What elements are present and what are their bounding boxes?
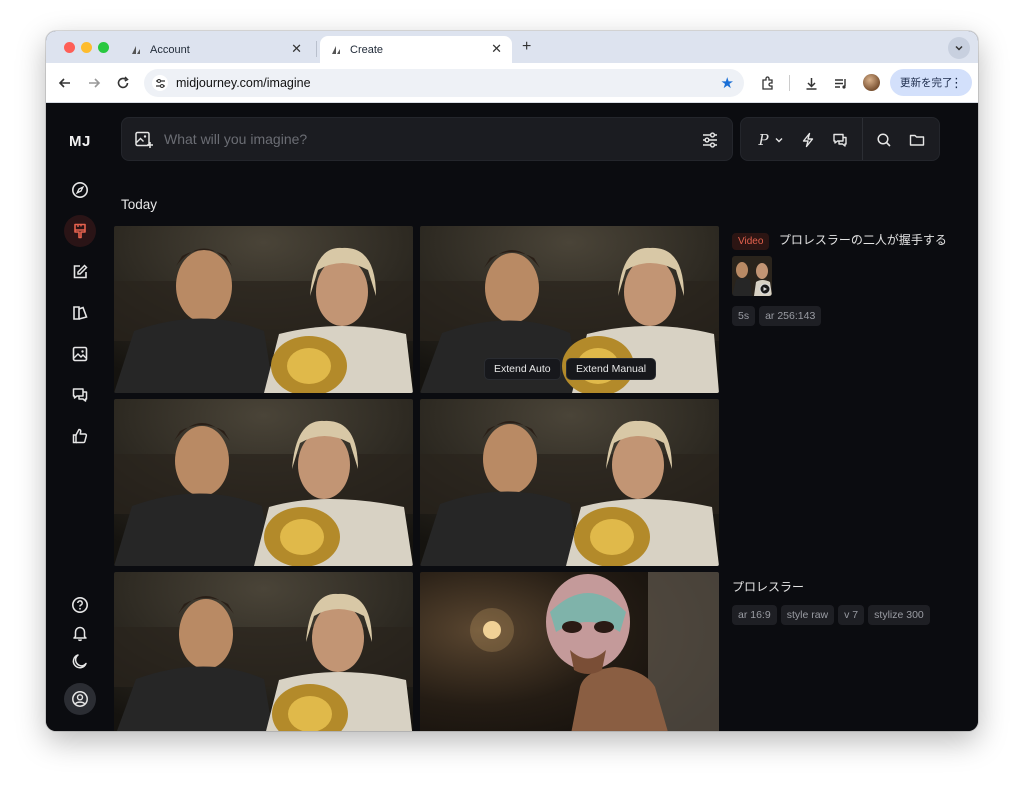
job-reference-thumbnail[interactable] <box>732 256 772 296</box>
tool-group: P <box>740 117 940 161</box>
arrow-right-icon <box>89 78 101 88</box>
param-chip[interactable]: ar 16:9 <box>732 605 777 625</box>
more-vertical-icon[interactable]: ⋮ <box>950 75 963 91</box>
tab-close-icon[interactable]: ✕ <box>491 41 502 57</box>
settings-sliders-icon[interactable] <box>700 130 720 150</box>
generated-image-6[interactable] <box>420 572 719 731</box>
conversation-mode-button[interactable] <box>829 129 851 151</box>
logo[interactable]: MJ <box>69 133 91 150</box>
browser-toolbar: midjourney.com/imagine ★ 更新を完了 ⋮ <box>46 63 978 103</box>
maximize-window-button[interactable] <box>98 42 109 53</box>
job-parameters-2: ar 16:9 style raw v 7 stylize 300 <box>732 605 934 625</box>
help-icon <box>72 597 88 613</box>
sidebar-item-organize[interactable] <box>64 297 96 329</box>
param-chip[interactable]: style raw <box>780 605 835 625</box>
profile-avatar[interactable] <box>863 74 880 91</box>
site-settings-icon[interactable] <box>152 75 168 91</box>
tab-search-button[interactable] <box>948 37 970 59</box>
personalize-label: P <box>758 131 769 149</box>
chat-icon <box>72 388 88 402</box>
folder-button[interactable] <box>906 129 928 151</box>
forward-button[interactable] <box>85 74 103 92</box>
bookmark-star-icon[interactable]: ★ <box>721 74 734 92</box>
search-icon <box>877 133 891 147</box>
param-chip[interactable]: ar 256:143 <box>759 306 822 326</box>
job-prompt-title[interactable]: プロレスラーの二人が握手する <box>779 233 947 247</box>
tab-account[interactable]: Account ✕ <box>120 36 312 63</box>
compass-icon <box>72 182 88 198</box>
image-icon <box>72 346 88 362</box>
chat-icon <box>833 133 847 147</box>
generated-image-4[interactable] <box>420 399 719 566</box>
param-chip[interactable]: v 7 <box>838 605 865 625</box>
extend-manual-button[interactable]: Extend Manual <box>566 358 657 380</box>
param-chip[interactable]: stylize 300 <box>868 605 930 625</box>
search-button[interactable] <box>873 129 895 151</box>
media-queue-icon[interactable] <box>831 74 849 92</box>
midjourney-favicon-icon <box>132 45 140 54</box>
generated-image-5[interactable] <box>114 572 413 731</box>
browser-window: Account ✕ Create ✕ + midjourney.com/imag… <box>46 31 978 731</box>
edit-icon <box>73 264 88 279</box>
sidebar-item-chat[interactable] <box>64 379 96 411</box>
sidebar: MJ <box>46 103 114 731</box>
tab-strip: Account ✕ Create ✕ + <box>46 31 978 63</box>
sidebar-item-create[interactable] <box>64 215 96 247</box>
account-button[interactable] <box>64 683 96 715</box>
add-image-icon[interactable] <box>134 130 154 150</box>
video-badge: Video <box>732 233 770 250</box>
speed-button[interactable] <box>797 129 819 151</box>
theme-toggle-button[interactable] <box>64 645 96 677</box>
sidebar-item-explore[interactable] <box>64 174 96 206</box>
extensions-icon[interactable] <box>758 74 776 92</box>
tab-close-icon[interactable]: ✕ <box>291 41 302 57</box>
sidebar-item-gallery[interactable] <box>64 338 96 370</box>
tool-divider <box>862 118 863 160</box>
new-tab-button[interactable]: + <box>522 38 531 56</box>
url-text: midjourney.com/imagine <box>176 76 311 90</box>
prompt-input[interactable] <box>164 128 684 150</box>
sidebar-item-edit[interactable] <box>64 256 96 288</box>
section-title: Today <box>121 197 158 212</box>
job-parameters-1: 5s ar 256:143 <box>732 306 825 326</box>
job-prompt-title[interactable]: プロレスラー <box>732 580 804 594</box>
personalize-button[interactable]: P <box>753 129 789 151</box>
back-button[interactable] <box>56 74 74 92</box>
account-icon <box>72 691 88 707</box>
address-bar[interactable]: midjourney.com/imagine ★ <box>144 69 744 97</box>
tab-title: Account <box>150 43 190 56</box>
chevron-down-icon <box>775 138 783 143</box>
toolbar-divider <box>789 75 790 91</box>
close-window-button[interactable] <box>64 42 75 53</box>
generated-image-3[interactable] <box>114 399 413 566</box>
midjourney-app: MJ What will you imagine? P Today Extend… <box>46 103 978 731</box>
update-button-label: 更新を完了 <box>900 77 953 89</box>
reload-button[interactable] <box>114 74 132 92</box>
extend-auto-button[interactable]: Extend Auto <box>484 358 561 380</box>
tab-separator <box>316 41 317 57</box>
sidebar-item-rank[interactable] <box>64 420 96 452</box>
generated-image-1[interactable] <box>114 226 413 393</box>
thumbs-up-icon <box>72 428 88 444</box>
folder-icon <box>909 134 925 146</box>
job-details-1: Video プロレスラーの二人が握手する <box>732 231 947 250</box>
reload-icon <box>117 76 129 89</box>
download-icon[interactable] <box>802 74 820 92</box>
layers-icon <box>73 306 88 320</box>
minimize-window-button[interactable] <box>81 42 92 53</box>
midjourney-favicon-icon <box>332 45 340 54</box>
arrow-left-icon <box>58 78 70 88</box>
update-button[interactable]: 更新を完了 ⋮ <box>890 69 972 96</box>
brush-icon <box>74 223 86 239</box>
lightning-icon <box>802 132 814 148</box>
tab-title: Create <box>350 43 384 56</box>
bell-icon <box>73 626 87 642</box>
param-chip[interactable]: 5s <box>732 306 756 326</box>
job-details-2: プロレスラー <box>732 578 804 596</box>
tab-create[interactable]: Create ✕ <box>320 36 512 63</box>
prompt-bar <box>121 117 733 161</box>
moon-icon <box>72 654 87 669</box>
chevron-down-icon <box>955 45 963 51</box>
